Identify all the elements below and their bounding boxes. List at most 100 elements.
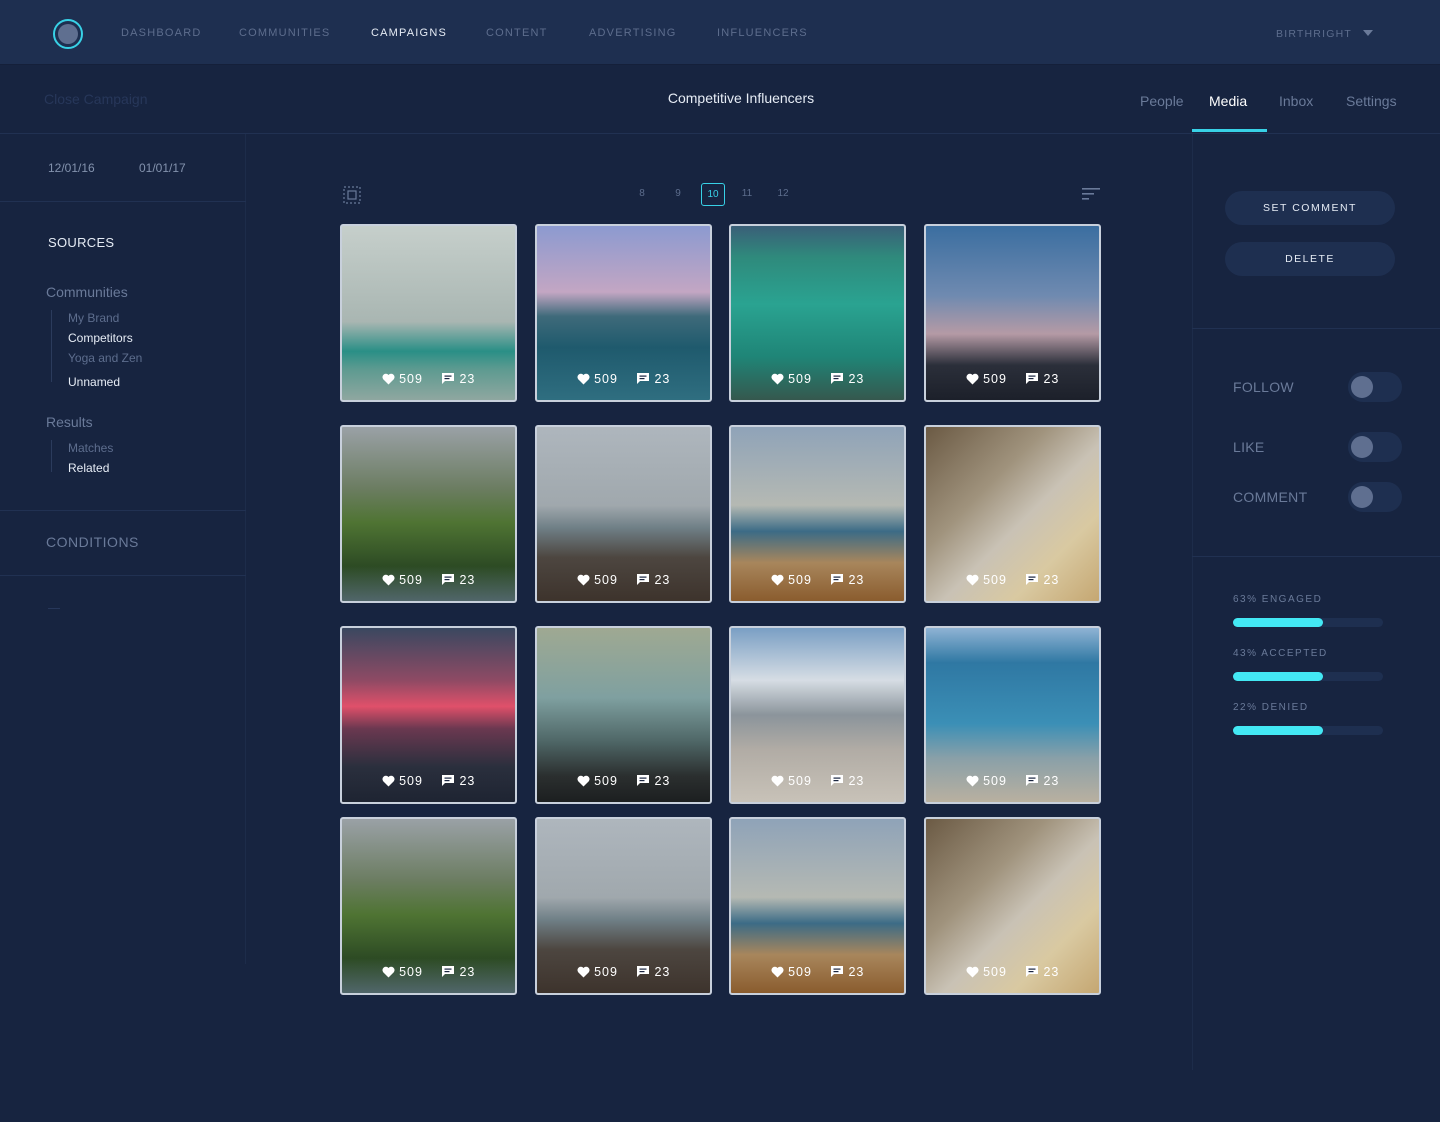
date-start[interactable]: 12/01/16 — [48, 161, 95, 175]
nav-content[interactable]: CONTENT — [486, 27, 548, 39]
heart-icon — [966, 373, 979, 385]
heart-icon — [577, 966, 590, 978]
comment-count: 23 — [848, 372, 865, 386]
comment-icon — [636, 966, 649, 977]
comment-count: 23 — [654, 774, 671, 788]
community-unnamed[interactable]: Unnamed — [68, 375, 120, 389]
tab-media[interactable]: Media — [1209, 93, 1247, 109]
nav-dashboard[interactable]: DASHBOARD — [121, 27, 201, 39]
media-tile[interactable]: 509 23 — [535, 817, 712, 995]
media-tile[interactable]: 509 23 — [535, 224, 712, 402]
denied-label: 22% DENIED — [1233, 702, 1309, 713]
heart-icon — [577, 574, 590, 586]
nav-campaigns[interactable]: CAMPAIGNS — [371, 27, 447, 39]
top-navigation: DASHBOARD COMMUNITIES CAMPAIGNS CONTENT … — [0, 0, 1440, 65]
nav-communities[interactable]: COMMUNITIES — [239, 27, 330, 39]
page-11[interactable]: 11 — [735, 188, 759, 199]
community-my-brand[interactable]: My Brand — [68, 311, 119, 325]
like-count: 509 — [594, 774, 618, 788]
like-count: 509 — [594, 372, 618, 386]
page-8[interactable]: 8 — [630, 188, 654, 199]
select-all-icon[interactable] — [343, 186, 361, 204]
comment-count: 23 — [654, 573, 671, 587]
accepted-progress-fill — [1233, 672, 1323, 681]
media-tile[interactable]: 509 23 — [535, 425, 712, 603]
media-tile[interactable]: 509 23 — [340, 817, 517, 995]
community-yoga-and-zen[interactable]: Yoga and Zen — [68, 351, 142, 365]
engaged-progress-fill — [1233, 618, 1323, 627]
logo-icon[interactable] — [53, 19, 83, 49]
media-tile[interactable]: 509 23 — [924, 224, 1101, 402]
media-tile[interactable]: 509 23 — [340, 224, 517, 402]
set-comment-button[interactable]: SET COMMENT — [1225, 191, 1395, 225]
media-stats: 509 23 — [342, 573, 515, 587]
media-stats: 509 23 — [926, 372, 1099, 386]
denied-progress — [1233, 726, 1383, 735]
result-related[interactable]: Related — [68, 461, 109, 475]
media-stats: 509 23 — [731, 573, 904, 587]
comment-count: 23 — [848, 573, 865, 587]
media-tile[interactable]: 509 23 — [924, 626, 1101, 804]
sources-title: SOURCES — [48, 235, 115, 250]
like-count: 509 — [594, 965, 618, 979]
tab-inbox[interactable]: Inbox — [1279, 93, 1313, 109]
comment-count: 23 — [459, 774, 476, 788]
like-count: 509 — [399, 372, 423, 386]
media-stats: 509 23 — [731, 372, 904, 386]
like-count: 509 — [788, 372, 812, 386]
media-tile[interactable]: 509 23 — [340, 425, 517, 603]
like-count: 509 — [399, 774, 423, 788]
media-stats: 509 23 — [926, 965, 1099, 979]
heart-icon — [966, 966, 979, 978]
heart-icon — [382, 373, 395, 385]
date-end[interactable]: 01/01/17 — [139, 161, 186, 175]
comment-icon — [441, 966, 454, 977]
comment-icon — [830, 373, 843, 384]
heart-icon — [771, 574, 784, 586]
heart-icon — [966, 775, 979, 787]
communities-title: Communities — [46, 284, 128, 300]
chevron-down-icon[interactable] — [1363, 30, 1373, 36]
page-12[interactable]: 12 — [771, 188, 795, 199]
media-tile[interactable]: 509 23 — [924, 817, 1101, 995]
left-sidebar: 12/01/16 01/01/17 SOURCES Communities My… — [0, 134, 246, 964]
account-name[interactable]: BIRTHRIGHT — [1276, 28, 1352, 40]
follow-toggle[interactable] — [1348, 372, 1402, 402]
like-toggle[interactable] — [1348, 432, 1402, 462]
nav-influencers[interactable]: INFLUENCERS — [717, 27, 808, 39]
media-tile[interactable]: 509 23 — [729, 224, 906, 402]
campaign-header: Close Campaign Competitive Influencers P… — [0, 65, 1440, 134]
comment-icon — [830, 966, 843, 977]
community-competitors[interactable]: Competitors — [68, 331, 133, 345]
heart-icon — [966, 574, 979, 586]
comment-count: 23 — [1043, 372, 1060, 386]
conditions-section[interactable]: CONDITIONS — [46, 534, 139, 550]
heart-icon — [771, 966, 784, 978]
media-tile[interactable]: 509 23 — [535, 626, 712, 804]
media-tile[interactable]: 509 23 — [729, 817, 906, 995]
media-tile[interactable]: 509 23 — [340, 626, 517, 804]
comment-count: 23 — [459, 965, 476, 979]
like-count: 509 — [594, 573, 618, 587]
comment-icon — [441, 574, 454, 585]
media-tile[interactable]: 509 23 — [729, 425, 906, 603]
page-10-current[interactable]: 10 — [701, 183, 725, 206]
accepted-progress — [1233, 672, 1383, 681]
media-tile[interactable]: 509 23 — [924, 425, 1101, 603]
result-matches[interactable]: Matches — [68, 441, 113, 455]
sort-icon[interactable] — [1081, 187, 1101, 201]
page-9[interactable]: 9 — [666, 188, 690, 199]
comment-toggle[interactable] — [1348, 482, 1402, 512]
media-tile[interactable]: 509 23 — [729, 626, 906, 804]
like-count: 509 — [983, 372, 1007, 386]
tab-people[interactable]: People — [1140, 93, 1184, 109]
tab-settings[interactable]: Settings — [1346, 93, 1397, 109]
comment-icon — [830, 574, 843, 585]
delete-button[interactable]: DELETE — [1225, 242, 1395, 276]
media-stats: 509 23 — [342, 965, 515, 979]
accepted-label: 43% ACCEPTED — [1233, 648, 1328, 659]
nav-advertising[interactable]: ADVERTISING — [589, 27, 677, 39]
results-title: Results — [46, 414, 93, 430]
comment-icon — [636, 574, 649, 585]
follow-label: FOLLOW — [1233, 379, 1294, 395]
